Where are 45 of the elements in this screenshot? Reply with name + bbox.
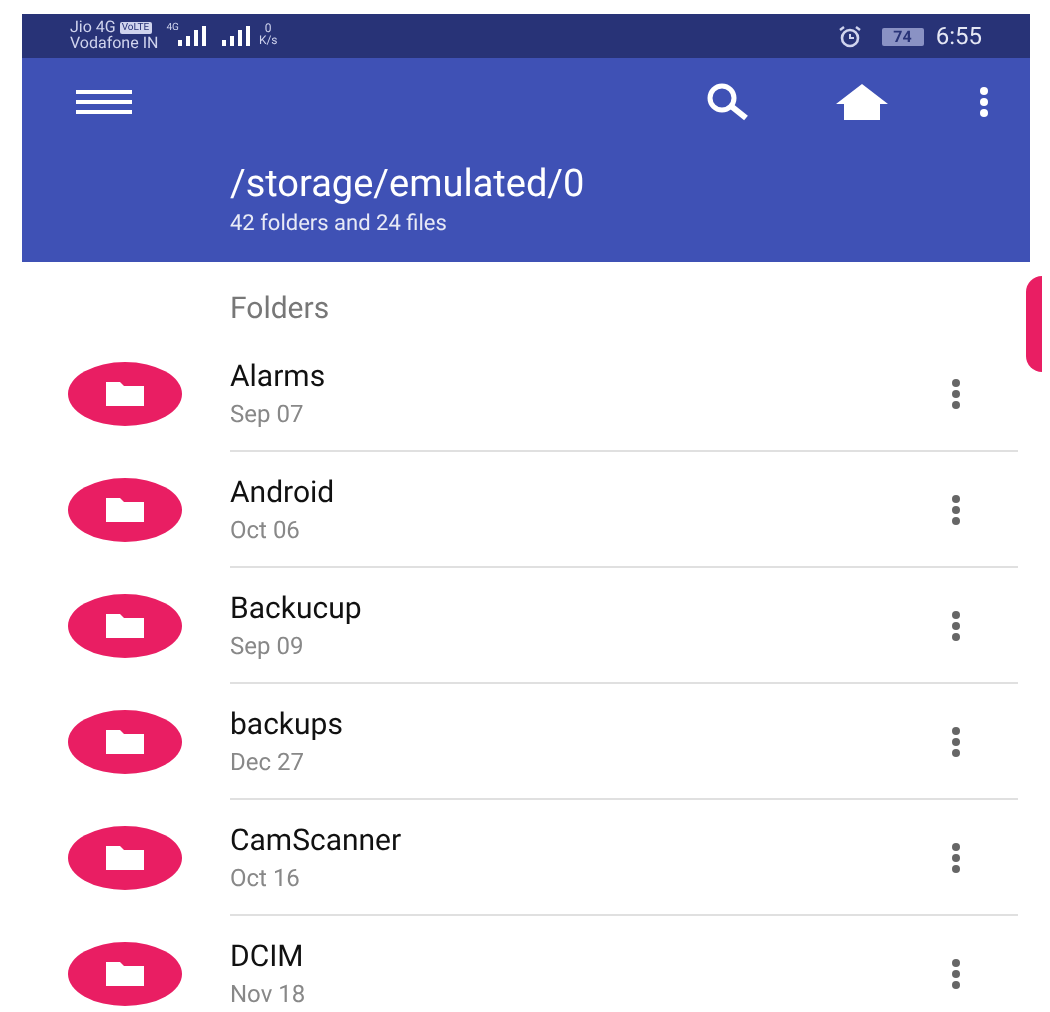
folder-name: Android [230,472,337,512]
search-icon[interactable] [706,82,750,122]
folder-name: DCIM [230,936,306,976]
folder-name: Alarms [230,356,328,396]
signal-icon [178,26,207,46]
menu-button[interactable] [74,88,134,116]
folder-date: Dec 27 [230,746,306,780]
more-options-icon[interactable] [950,842,962,874]
folder-row[interactable]: Android Oct 06 [22,452,1030,568]
folder-name: CamScanner [230,820,404,860]
section-header: Folders [230,290,330,326]
folder-date: Oct 06 [230,514,302,548]
more-options-icon[interactable] [950,610,962,642]
battery-indicator: 74 [881,27,924,45]
folder-icon [68,710,182,774]
more-options-icon[interactable] [978,86,990,118]
signal-icon [222,26,251,46]
scroll-handle[interactable] [1026,276,1042,372]
more-options-icon[interactable] [950,378,962,410]
folder-icon [68,942,182,1006]
clock-time: 6:55 [935,20,982,54]
folder-name: Backucup [230,588,364,628]
folder-row[interactable]: backups Dec 27 [22,684,1030,800]
home-icon[interactable] [834,82,890,122]
folder-row[interactable]: Backucup Sep 09 [22,568,1030,684]
folder-file-summary: 42 folders and 24 files [230,208,449,240]
folder-row[interactable]: CamScanner Oct 16 [22,800,1030,916]
more-options-icon[interactable] [950,494,962,526]
folder-name: backups [230,704,345,744]
more-options-icon[interactable] [950,726,962,758]
folder-row[interactable]: DCIM Nov 18 [22,916,1030,1012]
alarm-clock-icon [837,25,862,47]
carrier-label: Vodafone IN [70,36,159,52]
folder-date: Nov 18 [230,978,308,1012]
folder-icon [68,826,182,890]
folder-icon [68,478,182,542]
more-options-icon[interactable] [950,958,962,990]
folder-icon [68,594,182,658]
folder-date: Oct 16 [230,862,302,896]
current-path: /storage/emulated/0 [230,162,587,206]
folder-row[interactable]: Alarms Sep 07 [22,336,1030,452]
folder-date: Sep 09 [230,630,306,664]
carrier-label: Jio 4G [70,20,116,36]
folder-icon [68,362,182,426]
folder-date: Sep 07 [230,398,306,432]
